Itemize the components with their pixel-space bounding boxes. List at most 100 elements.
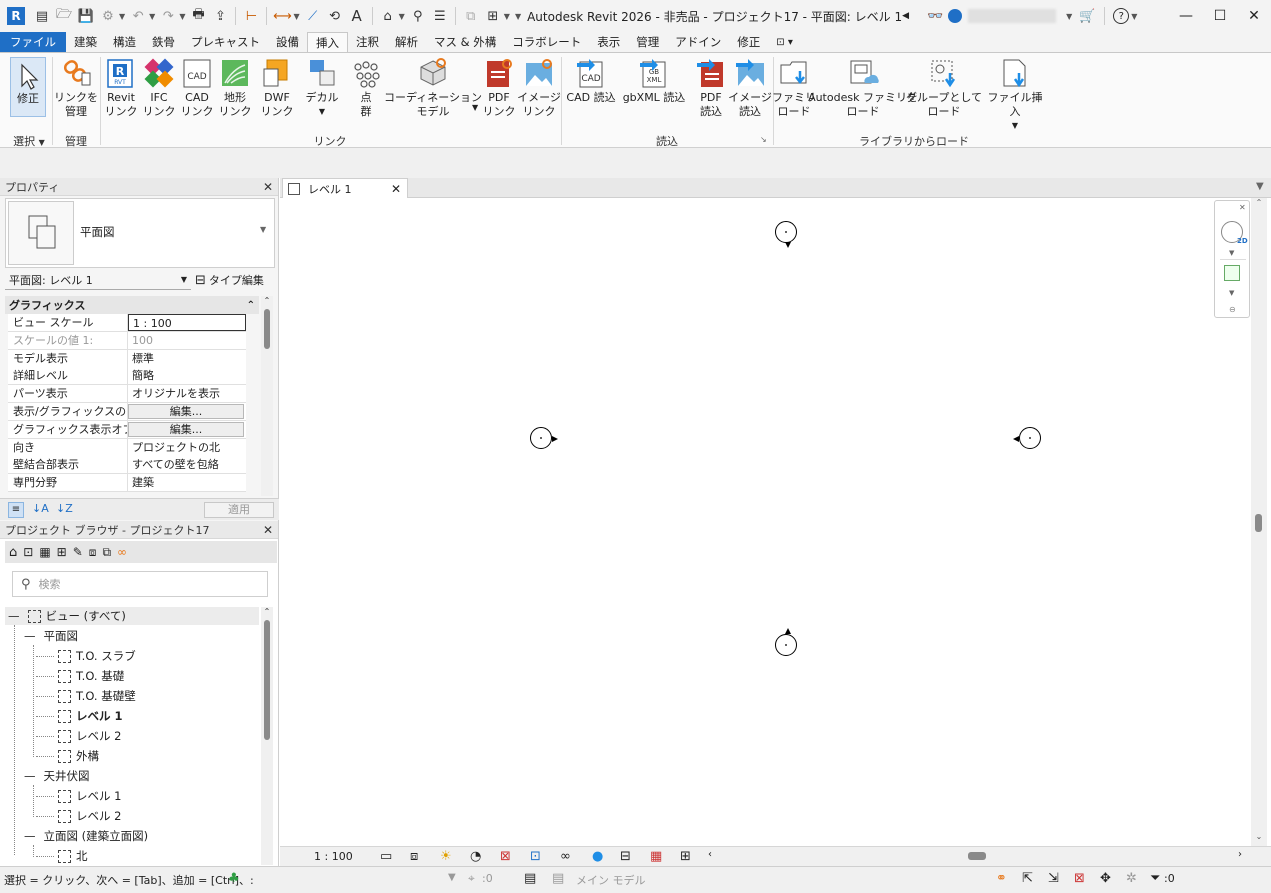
browser-schedules-icon[interactable]: ⊞ <box>57 545 67 559</box>
property-value[interactable]: 簡略 <box>128 367 246 384</box>
tree-ceiling-plans[interactable]: — 天井伏図 <box>12 766 90 786</box>
tree-root-views[interactable]: — ビュー (すべて) <box>8 606 126 626</box>
home-list-icon[interactable]: ▤ <box>31 5 53 27</box>
scroll-up-icon[interactable]: ⌃ <box>261 296 273 305</box>
property-value[interactable]: プロジェクトの北 <box>128 439 246 456</box>
cad-link-button[interactable]: CAD CAD リンク <box>179 57 215 119</box>
browser-groups-icon[interactable]: ⧈ <box>89 545 97 560</box>
property-row[interactable]: スケールの値 1: 100 <box>8 331 246 350</box>
elevation-marker-east[interactable] <box>1019 427 1041 449</box>
print-icon[interactable]: 🖶 <box>187 5 209 27</box>
property-row[interactable]: ビュー スケール 1 : 100 <box>8 314 246 332</box>
tree-view-item[interactable]: レベル 1 <box>36 706 123 726</box>
view-scale-field[interactable]: 1 : 100 <box>128 314 246 331</box>
zoom-icon[interactable] <box>1224 265 1240 281</box>
sun-path-icon[interactable]: ☀ <box>440 849 452 864</box>
property-row[interactable]: 表示/グラフィックスの... 編集... <box>8 403 246 421</box>
instance-dropdown-icon[interactable]: ▼ <box>181 275 187 284</box>
open-folder-icon[interactable]: 🗁 <box>53 5 75 27</box>
browser-links-icon[interactable]: ∞ <box>117 545 127 559</box>
3d-view-icon[interactable]: ⌂ <box>377 5 399 27</box>
section-graphics[interactable]: グラフィックス ⌃ <box>5 296 259 314</box>
view-tab-level-1[interactable]: レベル 1 ✕ <box>282 178 408 198</box>
canvas-hscroll-thumb[interactable] <box>968 852 986 860</box>
pdf-link-button[interactable]: PDF リンク <box>481 57 517 119</box>
type-selector[interactable]: 平面図 ▼ <box>5 198 275 268</box>
tree-floor-plans[interactable]: — 平面図 <box>12 626 78 646</box>
close-browser-icon[interactable]: ✕ <box>263 523 273 537</box>
browser-families-icon[interactable]: ✎ <box>73 545 83 559</box>
image-link-button[interactable]: イメージ リンク <box>517 57 561 119</box>
property-row[interactable]: 向き プロジェクトの北 <box>8 438 246 457</box>
tab-modify[interactable]: 修正 <box>729 32 768 52</box>
tab-systems[interactable]: 設備 <box>268 32 307 52</box>
revit-logo-icon[interactable]: R <box>7 7 25 25</box>
decal-button[interactable]: デカル ▼ <box>301 57 343 119</box>
tab-precast[interactable]: プレキャスト <box>183 32 268 52</box>
drawing-canvas[interactable] <box>280 198 1251 846</box>
categorize-icon[interactable]: ≡ <box>8 502 24 518</box>
insert-file-dropdown-icon[interactable]: ▼ <box>1012 119 1018 133</box>
tab-view[interactable]: 表示 <box>589 32 628 52</box>
temp-hide-icon[interactable]: ● <box>592 849 603 864</box>
collapse-elevations-icon[interactable]: — <box>24 829 36 843</box>
analytical-model-icon[interactable]: ⊞ <box>680 849 691 864</box>
tree-view-item[interactable]: T.O. 基礎 <box>36 666 124 686</box>
switch-windows-icon[interactable]: ⊞ <box>482 5 504 27</box>
tab-analyze[interactable]: 解析 <box>387 32 426 52</box>
browser-search-input[interactable]: ⚲ 検索 <box>12 571 268 597</box>
topography-link-button[interactable]: 地形 リンク <box>217 57 253 119</box>
edit-type-button[interactable]: ⊟ タイプ編集 <box>195 270 264 290</box>
tree-view-item[interactable]: 北 <box>36 846 88 866</box>
tab-architecture[interactable]: 建築 <box>66 32 105 52</box>
modify-button[interactable]: 修正 <box>10 57 46 117</box>
ifc-link-button[interactable]: IFC リンク <box>141 57 177 119</box>
dimension-icon[interactable]: ⟷ <box>271 5 293 27</box>
import-settings-icon[interactable]: ↘ <box>760 135 767 144</box>
tree-view-item[interactable]: T.O. 基礎壁 <box>36 686 136 706</box>
tab-annotate[interactable]: 注釈 <box>348 32 387 52</box>
close-properties-icon[interactable]: ✕ <box>263 180 273 194</box>
decal-dropdown-icon[interactable]: ▼ <box>319 105 325 119</box>
load-family-button[interactable]: ファミリ ロード <box>772 57 816 119</box>
background-process-icon[interactable]: ✲ <box>1126 871 1137 886</box>
insert-from-file-button[interactable]: ファイル挿入 ▼ <box>984 57 1046 133</box>
elevation-marker-north[interactable] <box>775 221 797 243</box>
collapse-section-icon[interactable]: ⌃ <box>247 300 255 311</box>
properties-scrollbar[interactable]: ⌃ <box>261 296 273 496</box>
browser-scrollbar[interactable]: ⌃ <box>261 607 273 865</box>
help-icon[interactable]: ? <box>1113 8 1130 24</box>
user-icon[interactable] <box>948 9 963 23</box>
browser-scroll-thumb[interactable] <box>264 620 270 740</box>
gbxml-import-button[interactable]: GB XML gbXML 読込 <box>621 57 687 105</box>
visual-style-icon[interactable]: ⧈ <box>410 849 418 864</box>
hscroll-right-icon[interactable]: › <box>1238 849 1242 860</box>
drag-elements-icon[interactable]: ✥ <box>1100 871 1111 886</box>
lock-view-icon[interactable]: ∞ <box>560 849 571 864</box>
property-value[interactable]: 建築 <box>128 474 246 491</box>
collapse-root-icon[interactable]: — <box>8 609 20 623</box>
property-row[interactable]: パーツ表示 オリジナルを表示 <box>8 385 246 404</box>
browser-views-icon[interactable]: ⊡ <box>23 545 33 559</box>
detail-level-icon[interactable]: ▭ <box>380 849 392 864</box>
point-cloud-button[interactable]: 点 群 <box>348 57 384 119</box>
select-links-icon[interactable]: ⚭ <box>996 871 1007 886</box>
tab-steel[interactable]: 鉄骨 <box>144 32 183 52</box>
property-value[interactable]: 100 <box>128 332 246 349</box>
hscroll-left-icon[interactable]: ‹ <box>708 849 712 860</box>
property-row[interactable]: 専門分野 建築 <box>8 474 246 493</box>
select-face-icon[interactable]: ⊠ <box>1074 871 1085 886</box>
export-icon[interactable]: ⇪ <box>209 5 231 27</box>
tree-view-item[interactable]: T.O. スラブ <box>36 646 136 666</box>
status-dropdown-icon[interactable]: ▼ <box>448 872 456 883</box>
edit-button[interactable]: 編集... <box>128 421 244 437</box>
coordination-dropdown-icon[interactable]: ▼ <box>472 103 478 112</box>
tab-insert[interactable]: 挿入 <box>307 32 348 52</box>
sort-desc-icon[interactable]: ↓Z <box>56 502 73 515</box>
section-icon[interactable]: ⚲ <box>407 5 429 27</box>
canvas-vscroll-thumb[interactable] <box>1255 514 1262 532</box>
canvas-scroll-down-icon[interactable]: ⌄ <box>1251 832 1267 841</box>
navbar-options-icon[interactable]: ⊖ <box>1229 305 1236 314</box>
browser-assemblies-icon[interactable]: ⧉ <box>102 545 111 560</box>
tree-view-item[interactable]: レベル 1 <box>36 786 121 806</box>
